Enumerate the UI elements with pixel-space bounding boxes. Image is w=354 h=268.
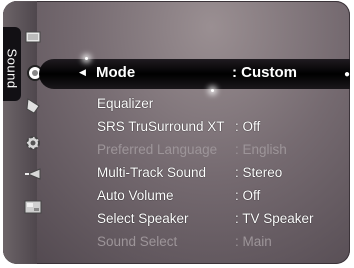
channel-icon[interactable] — [23, 96, 43, 116]
menu-item-sound-select: Sound Select : Main — [97, 230, 347, 252]
menu-item-label: SRS TruSurround XT — [97, 118, 225, 134]
sound-menu-screen: Sound ◀ Mode : Custom ● Equalizer SRS Tr… — [3, 1, 350, 264]
input-icon[interactable] — [23, 164, 43, 184]
picture-icon[interactable] — [23, 27, 43, 47]
menu-item-value: : TV Speaker — [235, 210, 314, 226]
menu-item-label: Sound Select — [97, 233, 178, 249]
menu-item-value: : Main — [235, 233, 272, 249]
menu-item-value: : Stereo — [235, 164, 283, 180]
sparkle-decoration — [85, 57, 88, 60]
left-arrow-icon: ◀ — [79, 67, 86, 77]
menu-item-multi-track-sound[interactable]: Multi-Track Sound : Stereo — [97, 161, 347, 183]
menu-item-value: : English — [235, 141, 287, 157]
menu-item-srs-trusurround[interactable]: SRS TruSurround XT : Off — [97, 115, 347, 137]
menu-item-label: Preferred Language — [97, 141, 218, 157]
mode-value: : Custom — [232, 64, 297, 81]
menu-item-value: : Off — [235, 118, 261, 134]
menu-item-label: Multi-Track Sound — [97, 164, 207, 180]
menu-item-equalizer[interactable]: Equalizer — [97, 92, 347, 114]
sidebar-tab-sound[interactable]: Sound — [3, 27, 21, 101]
menu-item-select-speaker[interactable]: Select Speaker : TV Speaker — [97, 207, 347, 229]
application-icon[interactable] — [23, 197, 43, 217]
menu-item-label: Auto Volume — [97, 187, 174, 203]
menu-item-value: : Off — [235, 187, 261, 203]
setup-icon[interactable] — [23, 133, 43, 153]
menu-item-auto-volume[interactable]: Auto Volume : Off — [97, 184, 347, 206]
right-arrow-icon: ● — [344, 69, 350, 80]
menu-item-label: Equalizer — [97, 95, 154, 111]
sidebar-tab-label: Sound — [4, 48, 20, 89]
mode-label: Mode — [96, 64, 136, 81]
menu-item-label: Select Speaker — [97, 210, 189, 226]
menu-item-preferred-language: Preferred Language : English — [97, 138, 347, 160]
